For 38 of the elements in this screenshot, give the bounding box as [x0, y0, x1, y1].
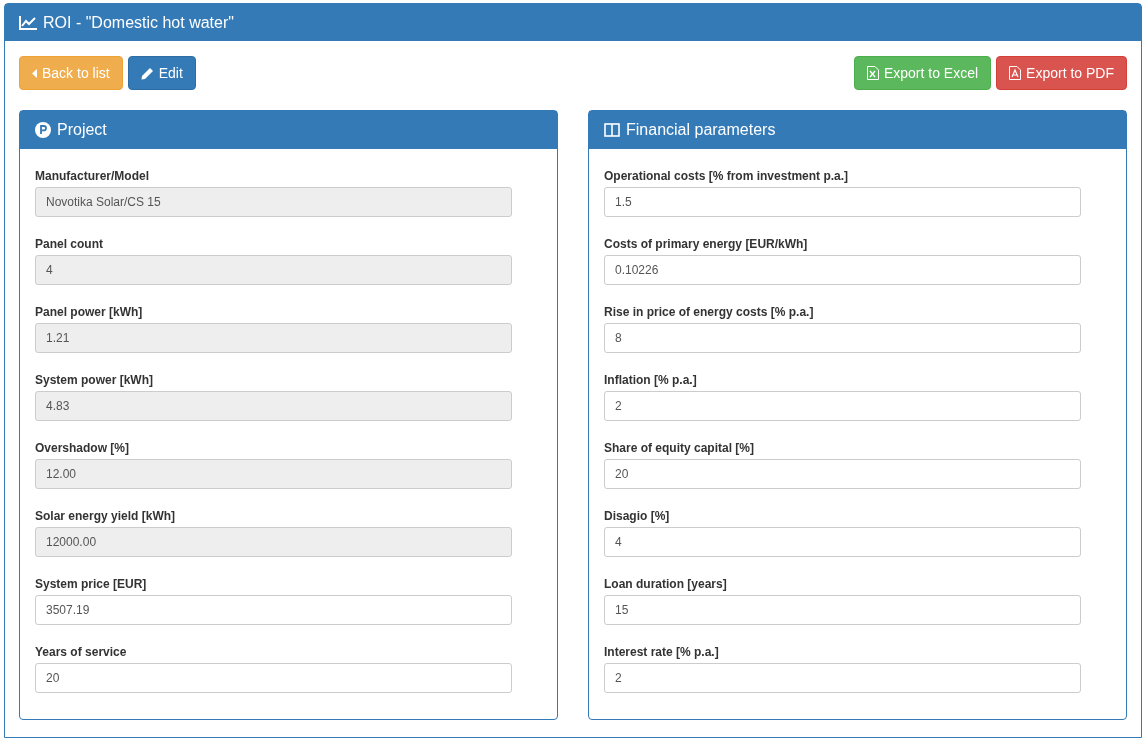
input-field[interactable]: 4 — [604, 527, 1081, 557]
columns-icon — [604, 123, 620, 137]
input-field[interactable]: 2 — [604, 391, 1081, 421]
field-label: Operational costs [% from investment p.a.] — [604, 169, 850, 183]
field-label: System power [kWh] — [35, 373, 155, 387]
parking-circle-icon — [35, 122, 51, 138]
field-label: Loan duration [years] — [604, 577, 728, 591]
field-label: Manufacturer/Model — [35, 169, 150, 183]
field-label: System price [EUR] — [35, 577, 148, 591]
excel-file-icon — [866, 66, 879, 80]
panel-title: Project — [57, 121, 107, 139]
input-field[interactable]: 15 — [604, 595, 1081, 625]
field-label: Inflation [% p.a.] — [604, 373, 698, 387]
input-field[interactable]: 8 — [604, 323, 1081, 353]
input-field[interactable]: 2 — [604, 663, 1081, 693]
field-label: Share of equity capital [%] — [604, 441, 756, 455]
field-label: Rise in price of energy costs [% p.a.] — [604, 305, 815, 319]
pdf-file-icon — [1009, 66, 1022, 80]
input-field[interactable]: 1.5 — [604, 187, 1081, 217]
field-label: Disagio [%] — [604, 509, 671, 523]
export-pdf-button[interactable]: Export to PDF — [996, 56, 1127, 90]
window-title: ROI - "Domestic hot water" — [43, 13, 234, 32]
pencil-icon — [140, 66, 154, 80]
field-label: Solar energy yield [kWh] — [35, 509, 177, 523]
field-label: Overshadow [%] — [35, 441, 131, 455]
edit-button[interactable]: Edit — [127, 56, 196, 90]
input-field[interactable]: 3507.19 — [35, 595, 512, 625]
field-label: Panel power [kWh] — [35, 305, 144, 319]
field-label: Panel count — [35, 237, 104, 251]
field-label: Interest rate [% p.a.] — [604, 645, 720, 659]
input-field[interactable]: 0.10226 — [604, 255, 1081, 285]
field-label: Costs of primary energy [EUR/kWh] — [604, 237, 809, 251]
input-field[interactable]: 20 — [35, 663, 512, 693]
panel-title: Financial parameters — [626, 121, 776, 139]
field-label: Years of service — [35, 645, 128, 659]
caret-icon — [32, 68, 37, 78]
input-field[interactable]: 20 — [604, 459, 1081, 489]
line-chart-icon — [19, 15, 37, 30]
